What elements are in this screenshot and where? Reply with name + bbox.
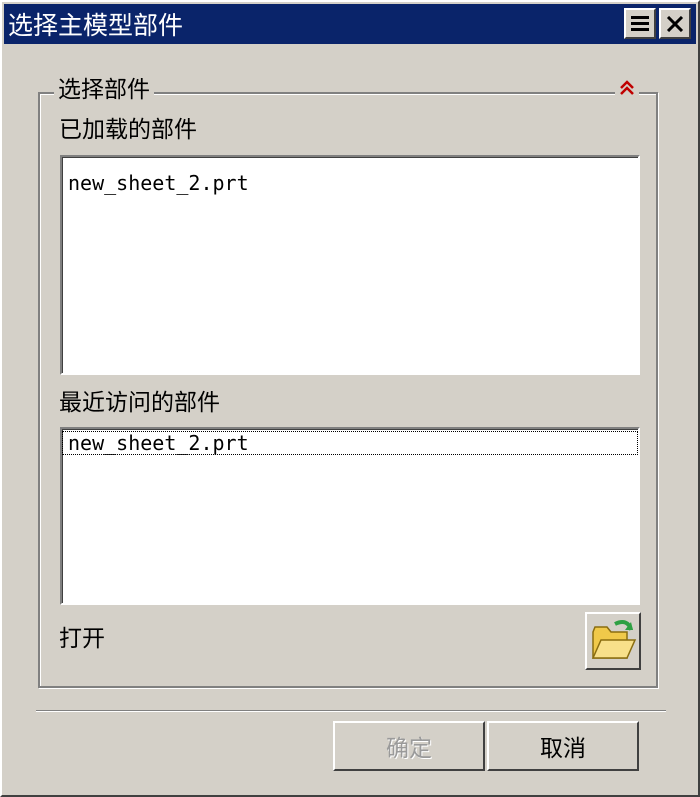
separator-highlight: [36, 711, 666, 712]
recent-parts-list[interactable]: new_sheet_2.prt: [60, 427, 640, 605]
group-title: 选择部件: [54, 75, 154, 105]
open-label: 打开: [59, 626, 105, 652]
loaded-parts-label: 已加载的部件: [59, 117, 197, 143]
ok-button[interactable]: 确定: [333, 721, 485, 771]
open-folder-icon: [591, 620, 637, 659]
open-button[interactable]: [585, 612, 641, 670]
list-item[interactable]: new_sheet_2.prt: [62, 431, 638, 455]
collapse-glyph: [620, 80, 634, 95]
cancel-button[interactable]: 取消: [487, 721, 639, 771]
menu-icon: [631, 16, 649, 31]
list-item[interactable]: new_sheet_2.prt: [62, 171, 638, 195]
double-chevron-up-icon[interactable]: [615, 79, 639, 103]
menu-button[interactable]: [624, 8, 656, 39]
title-bar[interactable]: 选择主模型部件: [4, 4, 696, 44]
close-button[interactable]: [659, 8, 691, 39]
close-icon: [666, 15, 684, 32]
dialog-window: 选择主模型部件 选择部件 已加载的部件 new_sheet_2.prt 最近访问…: [0, 0, 700, 797]
loaded-parts-list[interactable]: new_sheet_2.prt: [60, 155, 640, 375]
recent-parts-label: 最近访问的部件: [59, 390, 220, 416]
window-title: 选择主模型部件: [8, 11, 184, 40]
